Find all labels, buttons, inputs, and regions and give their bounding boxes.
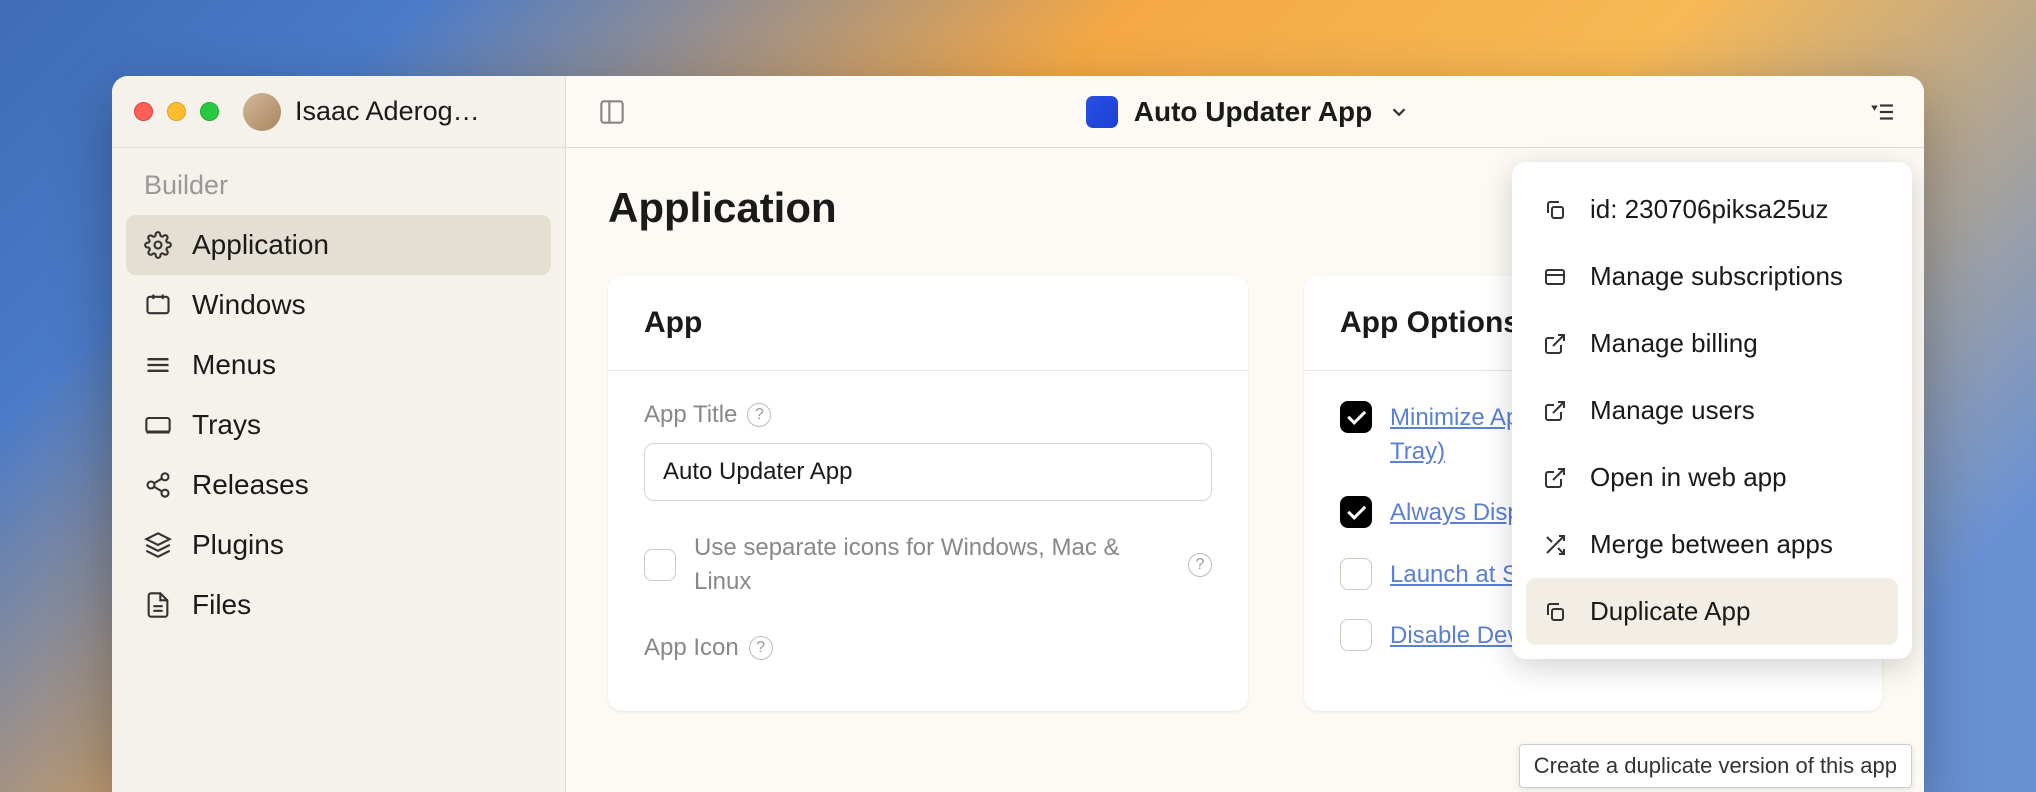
minimize-window-button[interactable] bbox=[167, 102, 186, 121]
menu-label: Manage billing bbox=[1590, 328, 1758, 359]
menu-label: Merge between apps bbox=[1590, 529, 1833, 560]
sidebar-item-menus[interactable]: Menus bbox=[126, 335, 551, 395]
copy-icon bbox=[1542, 197, 1568, 223]
separate-icons-label: Use separate icons for Windows, Mac & Li… bbox=[694, 531, 1170, 598]
card-title: App bbox=[644, 306, 1212, 340]
option-label: Launch at S bbox=[1390, 558, 1518, 592]
menu-item-duplicate[interactable]: Duplicate App bbox=[1526, 578, 1898, 645]
app-icon bbox=[1086, 96, 1118, 128]
field-label-app-icon: App Icon ? bbox=[644, 634, 1212, 662]
card-app: App App Title ? Use separate icons for W… bbox=[608, 276, 1248, 711]
option-label: Minimize Ap Tray) bbox=[1390, 401, 1519, 468]
gear-icon bbox=[144, 231, 172, 259]
menu-label: Duplicate App bbox=[1590, 596, 1750, 627]
share-icon bbox=[144, 471, 172, 499]
chevron-down-icon bbox=[1388, 101, 1410, 123]
sidebar-item-plugins[interactable]: Plugins bbox=[126, 515, 551, 575]
sidebar-item-windows[interactable]: Windows bbox=[126, 275, 551, 335]
tray-icon bbox=[144, 411, 172, 439]
sidebar-section-builder: Builder Application Windows Menus bbox=[112, 148, 565, 657]
tooltip: Create a duplicate version of this app bbox=[1519, 744, 1912, 788]
card-icon bbox=[1542, 264, 1568, 290]
app-window: Isaac Aderog… Builder Application Window… bbox=[112, 76, 1924, 792]
titlebar-left: Isaac Aderog… bbox=[112, 76, 565, 148]
option-label-text: Tray) bbox=[1390, 438, 1445, 465]
menu-item-subscriptions[interactable]: Manage subscriptions bbox=[1526, 243, 1898, 310]
sidebar-item-releases[interactable]: Releases bbox=[126, 455, 551, 515]
main-content: Auto Updater App Application App App Tit… bbox=[566, 76, 1924, 792]
option-label: Always Disp bbox=[1390, 496, 1521, 530]
menu-label: Manage users bbox=[1590, 395, 1755, 426]
sidebar-item-label: Windows bbox=[192, 289, 306, 321]
external-link-icon bbox=[1542, 331, 1568, 357]
copy-icon bbox=[1542, 599, 1568, 625]
app-selector[interactable]: Auto Updater App bbox=[638, 96, 1858, 128]
card-body: App Title ? Use separate icons for Windo… bbox=[608, 371, 1248, 692]
option-checkbox[interactable] bbox=[1340, 558, 1372, 590]
sidebar-item-label: Files bbox=[192, 589, 251, 621]
sidebar-section-title: Builder bbox=[126, 170, 551, 215]
close-window-button[interactable] bbox=[134, 102, 153, 121]
field-label-app-title: App Title ? bbox=[644, 401, 1212, 429]
menu-item-id[interactable]: id: 230706piksa25uz bbox=[1526, 176, 1898, 243]
menu-item-web-app[interactable]: Open in web app bbox=[1526, 444, 1898, 511]
help-icon[interactable]: ? bbox=[747, 403, 771, 427]
external-link-icon bbox=[1542, 465, 1568, 491]
sidebar: Isaac Aderog… Builder Application Window… bbox=[112, 76, 566, 792]
maximize-window-button[interactable] bbox=[200, 102, 219, 121]
separate-icons-checkbox[interactable] bbox=[644, 549, 676, 581]
app-actions-menu: id: 230706piksa25uz Manage subscriptions… bbox=[1512, 162, 1912, 659]
sidebar-item-trays[interactable]: Trays bbox=[126, 395, 551, 455]
field-label-text: App Title bbox=[644, 401, 737, 429]
menu-label: Manage subscriptions bbox=[1590, 261, 1843, 292]
external-link-icon bbox=[1542, 398, 1568, 424]
separate-icons-row: Use separate icons for Windows, Mac & Li… bbox=[644, 531, 1212, 598]
menu-icon bbox=[144, 351, 172, 379]
option-checkbox[interactable] bbox=[1340, 619, 1372, 651]
help-icon[interactable]: ? bbox=[749, 636, 773, 660]
option-label-text: Minimize Ap bbox=[1390, 404, 1519, 431]
menu-item-users[interactable]: Manage users bbox=[1526, 377, 1898, 444]
sidebar-item-application[interactable]: Application bbox=[126, 215, 551, 275]
sidebar-item-files[interactable]: Files bbox=[126, 575, 551, 635]
avatar[interactable] bbox=[243, 93, 281, 131]
username: Isaac Aderog… bbox=[295, 96, 480, 127]
app-name: Auto Updater App bbox=[1134, 96, 1373, 128]
sidebar-item-label: Releases bbox=[192, 469, 309, 501]
app-title-input[interactable] bbox=[644, 443, 1212, 501]
menu-item-billing[interactable]: Manage billing bbox=[1526, 310, 1898, 377]
sidebar-item-label: Menus bbox=[192, 349, 276, 381]
sidebar-item-label: Plugins bbox=[192, 529, 284, 561]
windows-icon bbox=[144, 291, 172, 319]
card-header: App bbox=[608, 276, 1248, 371]
more-menu-button[interactable] bbox=[1858, 91, 1904, 133]
sidebar-toggle-button[interactable] bbox=[586, 88, 638, 136]
menu-item-merge[interactable]: Merge between apps bbox=[1526, 511, 1898, 578]
menu-label: id: 230706piksa25uz bbox=[1590, 194, 1829, 225]
sidebar-item-label: Trays bbox=[192, 409, 261, 441]
menu-label: Open in web app bbox=[1590, 462, 1787, 493]
titlebar-right: Auto Updater App bbox=[566, 76, 1924, 148]
option-checkbox[interactable] bbox=[1340, 401, 1372, 433]
file-icon bbox=[144, 591, 172, 619]
sidebar-item-label: Application bbox=[192, 229, 329, 261]
shuffle-icon bbox=[1542, 532, 1568, 558]
layers-icon bbox=[144, 531, 172, 559]
help-icon[interactable]: ? bbox=[1188, 553, 1212, 577]
option-checkbox[interactable] bbox=[1340, 496, 1372, 528]
field-label-text: App Icon bbox=[644, 634, 739, 662]
traffic-lights bbox=[134, 102, 219, 121]
